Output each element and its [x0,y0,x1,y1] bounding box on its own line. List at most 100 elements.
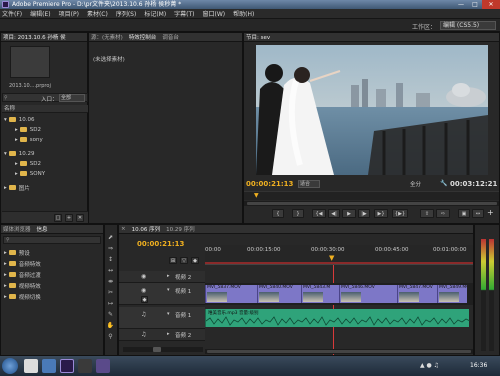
workspace-select[interactable]: 编辑 (CS5.5) [440,21,496,30]
effects-item[interactable]: ▸ 音频过渡 [1,270,87,279]
keyframe-icon[interactable]: ◆ [141,296,148,303]
tree-item[interactable]: ▸ SONY [1,169,87,178]
media-player-icon[interactable] [78,359,92,373]
video-clip[interactable]: MVI_5837.MOV [205,285,257,303]
tab-audio-mixer[interactable]: 调音台 [162,33,179,41]
export-frame-button[interactable]: ▣ [458,209,470,218]
premiere-taskbar-icon[interactable] [60,359,74,373]
file-explorer-icon[interactable] [42,359,56,373]
track-header-a2[interactable]: ♫ ▸ 音频 2 [119,329,205,341]
video-clip[interactable]: MVI_5847.MOV [397,285,437,303]
hand-tool-icon[interactable]: ✋ [106,321,115,330]
timeline-scrollbar[interactable] [205,349,473,354]
tab-sequence-1006[interactable]: 10.06 序列 [132,225,161,233]
video-clip[interactable]: MVI_5849.MOV [437,285,467,303]
effects-item[interactable]: ▸ 预设 [1,248,87,257]
video-clip[interactable]: MVI_5840.MOV [257,285,301,303]
slip-tool-icon[interactable]: ↦ [106,299,115,308]
playhead-marker-icon[interactable]: ▼ [329,254,334,262]
zoom-scroll-thumb[interactable] [247,202,497,205]
tab-program[interactable]: 节目: sev [246,33,270,41]
effects-item[interactable]: ▸ 视频特效 [1,281,87,290]
program-timecode-current[interactable]: 00:00:21:13 [246,180,293,188]
zoom-scrollbar[interactable] [244,201,499,206]
menu-help[interactable]: 帮助(H) [233,9,254,18]
goto-in-button[interactable]: {◀ [312,209,326,218]
menu-marker[interactable]: 标记(M) [144,9,166,18]
add-button-icon[interactable]: + [487,208,494,217]
new-bin-icon[interactable]: □ [54,214,62,222]
audio-clip[interactable]: 唯美音乐.mp3 音量:级别 [205,309,470,327]
goto-out-button[interactable]: ▶} [374,209,388,218]
menu-window[interactable]: 窗口(W) [203,9,226,18]
snap-icon[interactable]: ⊞ [169,257,177,264]
speaker-icon[interactable]: ♫ [141,311,146,318]
close-icon[interactable]: × [121,226,126,232]
menu-sequence[interactable]: 序列(S) [116,9,137,18]
tab-media-browser[interactable]: 媒体浏览器 [3,225,31,233]
track-header-v2[interactable]: ◉ ▸ 视频 2 [119,271,205,283]
minimize-button[interactable]: — [454,0,468,9]
speaker-icon[interactable]: ♫ [141,331,146,338]
zoom-slider-thumb[interactable] [153,347,161,352]
play-button[interactable]: ▶ [342,209,356,218]
maximize-button[interactable]: □ [468,0,482,9]
step-forward-button[interactable]: |▶ [358,209,370,218]
tab-info[interactable]: 信息 [37,225,48,233]
clock[interactable]: 16:36 [470,362,487,369]
zoom-tool-icon[interactable]: ⚲ [106,332,115,341]
menu-project[interactable]: 项目(P) [59,9,79,18]
eye-icon[interactable]: ◉ [141,287,146,294]
mark-in-button[interactable]: { [272,209,284,218]
step-back-button[interactable]: ◀| [328,209,340,218]
rolling-edit-tool-icon[interactable]: ↔ [106,266,115,275]
menu-edit[interactable]: 编辑(E) [30,9,50,18]
pen-tool-icon[interactable]: ✎ [106,310,115,319]
mark-out-button[interactable]: } [292,209,304,218]
rate-stretch-tool-icon[interactable]: ⇼ [106,277,115,286]
tray-icons[interactable]: ▲ ● ♫ [420,362,439,369]
add-marker-icon[interactable]: ◆ [191,257,199,264]
fit-select[interactable]: 适合 [298,180,320,188]
tree-item[interactable]: ▸ sony [1,135,87,144]
chevron-down-icon[interactable]: ▾ [167,287,170,293]
tree-item[interactable]: ▾ 10.29 [1,149,87,158]
ripple-edit-tool-icon[interactable]: ↕ [106,255,115,264]
column-header-name[interactable]: 名称 [2,105,88,113]
timeline-scroll-thumb[interactable] [207,350,471,353]
razor-tool-icon[interactable]: ✂ [106,288,115,297]
track-header-a1[interactable]: ♫ ▾ 音频 1 [119,307,205,329]
tab-project[interactable]: 项目: 2013.10.6 孙杨 侯 [3,33,66,41]
trim-button[interactable]: ↔ [472,209,484,218]
chevron-down-icon[interactable]: ▾ [167,311,170,317]
start-button[interactable] [2,358,18,374]
eye-icon[interactable]: ◉ [141,273,146,280]
close-button[interactable]: ✕ [482,0,500,9]
marker-icon[interactable]: ▽ [180,257,188,264]
tree-item[interactable]: ▾ 10.06 [1,115,87,124]
tree-item[interactable]: ▸ SD2 [1,125,87,134]
selection-tool-icon[interactable]: ⬈ [106,233,115,242]
browser-icon[interactable] [24,359,38,373]
tab-effect-controls[interactable]: 特效控制台 [129,33,157,41]
effects-item[interactable]: ▸ 视频切换 [1,292,87,301]
track-header-v1[interactable]: ◉ ▾ 视频 1 ◆ [119,283,205,305]
tab-sequence-1029[interactable]: 10.29 序列 [166,225,195,233]
wrench-icon[interactable]: 🔧 [440,180,447,187]
timeline-ruler[interactable]: 00:00 00:00:15:00 00:00:30:00 00:00:45:0… [205,245,473,265]
clear-icon[interactable]: ✕ [76,214,84,222]
work-area-bar[interactable] [205,262,473,264]
video-clip[interactable]: MVI_5846.MOV [339,285,397,303]
timeline-zoom-slider[interactable] [123,347,203,352]
tree-item[interactable]: ▸ 图片 [1,183,87,192]
video-clip[interactable]: MVI_5843.M [301,285,339,303]
track-select-tool-icon[interactable]: ⇒ [106,244,115,253]
tree-item[interactable]: ▸ SD2 [1,159,87,168]
program-time-ruler[interactable]: ▼ [244,191,499,200]
menu-file[interactable]: 文件(F) [2,9,22,18]
play-in-to-out-button[interactable]: {▶} [392,209,408,218]
effects-search-input[interactable]: ⚲ [3,236,101,244]
in-select[interactable]: 全部 [59,94,85,102]
menu-clip[interactable]: 素材(C) [87,9,108,18]
timeline-timecode[interactable]: 00:00:21:13 [137,240,184,248]
